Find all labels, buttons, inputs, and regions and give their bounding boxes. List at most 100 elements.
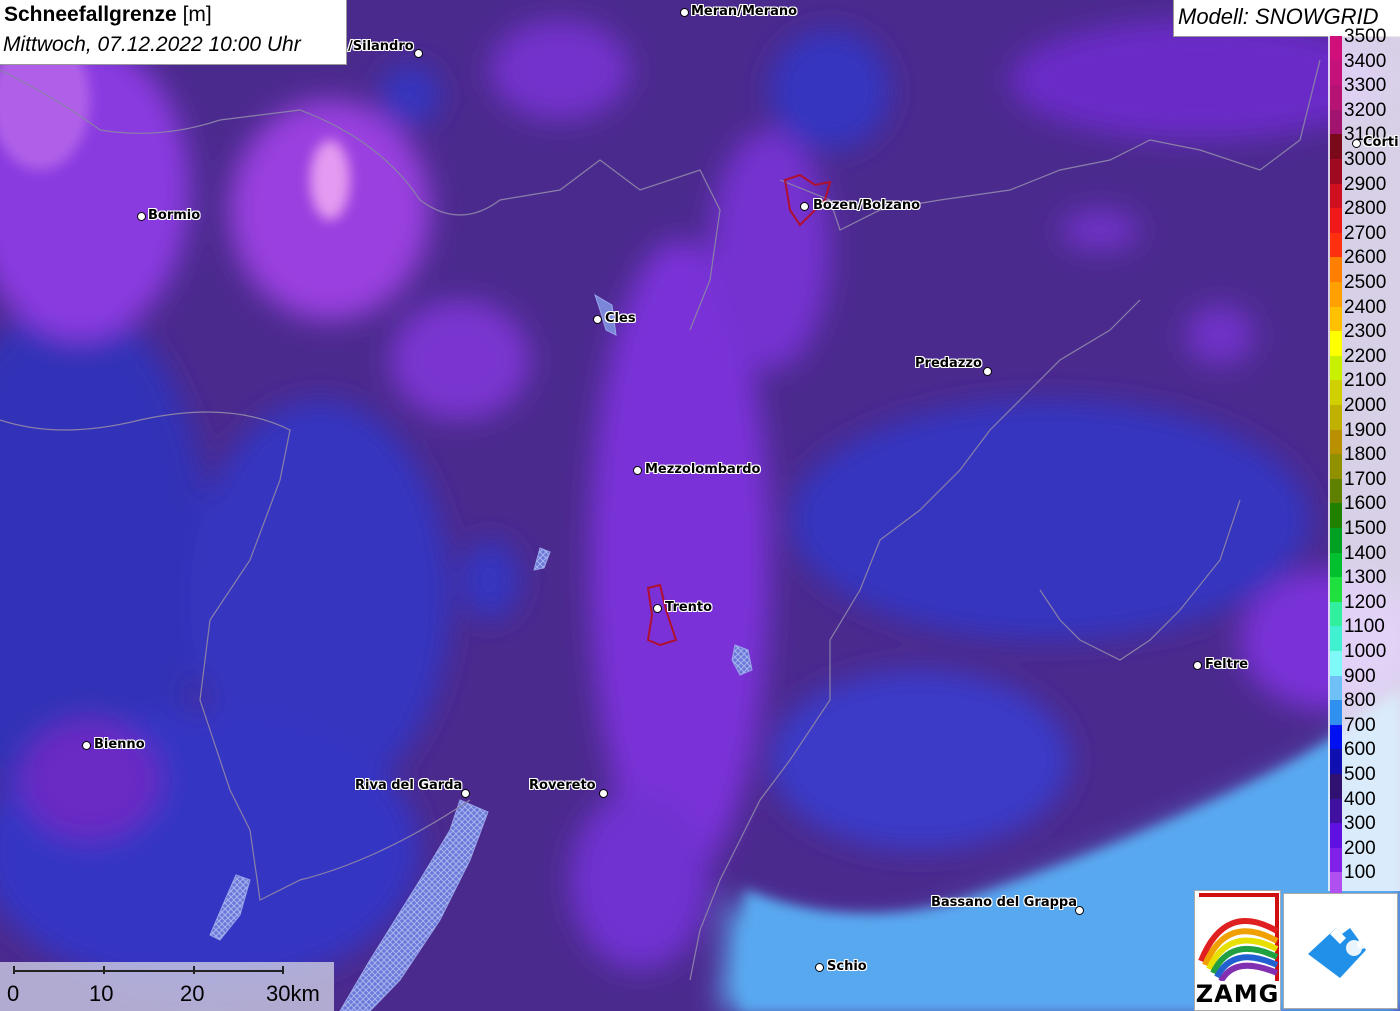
legend-label: 1800 — [1344, 444, 1387, 466]
legend-item: 2900 — [1328, 172, 1400, 209]
legend-label: 3400 — [1344, 50, 1387, 72]
legend-item: 500 — [1328, 762, 1400, 799]
city-label: Predazzo — [915, 356, 982, 371]
city-label: Mezzolombardo — [645, 462, 761, 477]
color-legend: 3500 3400 3300 3200 3100 3000 2900 2800 2700 2600… — [1328, 26, 1400, 897]
title-box: Schneefallgrenze [m] Mittwoch, 07.12.202… — [0, 0, 347, 65]
city-label: Feltre — [1205, 657, 1249, 672]
legend-item: 800 — [1328, 688, 1400, 725]
legend-label: 3000 — [1344, 149, 1387, 170]
legend-label: 2900 — [1344, 173, 1387, 195]
city-label: Meran/Merano — [691, 4, 798, 19]
legend-label: 400 — [1344, 788, 1376, 810]
city-label: Bormio — [148, 208, 201, 223]
legend-item: 300 — [1328, 811, 1400, 848]
city-label: Bienno — [94, 737, 145, 752]
legend-item: 1100 — [1328, 614, 1400, 651]
partner-logo[interactable] — [1283, 893, 1398, 1009]
legend-label: 2200 — [1344, 345, 1387, 367]
city-label: Trento — [665, 600, 713, 615]
rainbow-icon — [1198, 893, 1279, 981]
legend-item: 1900 — [1328, 418, 1400, 455]
legend-label: 3500 — [1344, 26, 1387, 47]
scale-tick — [282, 966, 284, 974]
city-dot — [653, 604, 662, 613]
city-dot — [593, 315, 602, 324]
zamg-wordmark: ZAMG — [1195, 980, 1280, 1008]
scale-label: 20 — [180, 981, 205, 1006]
legend-item: 3000 — [1328, 147, 1400, 184]
city-dot — [800, 202, 809, 211]
legend-item: 2100 — [1328, 368, 1400, 405]
legend-label: 1000 — [1344, 641, 1387, 662]
zamg-logo[interactable]: ZAMG — [1194, 890, 1281, 1011]
city-label: Schio — [827, 959, 867, 974]
legend-label: 1600 — [1344, 493, 1387, 515]
legend-item: 900 — [1328, 664, 1400, 701]
legend-label: 3300 — [1344, 75, 1387, 97]
legend-label: 1700 — [1344, 468, 1387, 490]
legend-item: 3500 — [1328, 24, 1400, 61]
city-dot — [1352, 139, 1361, 148]
legend-item: 3400 — [1328, 49, 1400, 86]
legend-label: 900 — [1344, 665, 1376, 687]
city-dot — [599, 789, 608, 798]
map-title: Schneefallgrenze [m] — [4, 3, 212, 26]
legend-item: 2000 — [1328, 393, 1400, 430]
city-dot — [137, 212, 146, 221]
legend-label: 3200 — [1344, 99, 1387, 121]
legend-item: 1300 — [1328, 565, 1400, 602]
legend-label: 2300 — [1344, 321, 1387, 343]
legend-item: 1600 — [1328, 491, 1400, 528]
city-dot — [414, 49, 423, 58]
scale-label: 0 — [7, 981, 20, 1006]
legend-item: 1400 — [1328, 541, 1400, 578]
city-label: Cles — [605, 311, 636, 326]
scale-bar: 0 10 20 30km — [0, 962, 334, 1011]
legend-label: 1500 — [1344, 518, 1387, 539]
legend-label: 200 — [1344, 837, 1376, 859]
city-dot — [1075, 906, 1084, 915]
city-label: Rovereto — [529, 778, 596, 793]
legend-item: 2500 — [1328, 270, 1400, 307]
legend-label: 2100 — [1344, 370, 1387, 392]
snowfall-limit-map[interactable] — [0, 0, 1400, 1011]
map-datetime: Mittwoch, 07.12.2022 10:00 Uhr — [3, 33, 301, 56]
legend-item: 700 — [1328, 713, 1400, 750]
legend-item: 1200 — [1328, 590, 1400, 627]
city-dot — [815, 963, 824, 972]
legend-item: 600 — [1328, 737, 1400, 774]
legend-item: 2300 — [1328, 319, 1400, 356]
scale-tick — [193, 966, 195, 974]
scale-tick — [103, 966, 105, 974]
legend-label: 100 — [1344, 862, 1376, 884]
legend-label: 600 — [1344, 739, 1376, 761]
scale-tick — [13, 966, 15, 974]
city-label: Corti — [1363, 135, 1399, 150]
city-label: Riva del Garda — [355, 778, 463, 793]
legend-label: 500 — [1344, 764, 1376, 785]
legend-item: 100 — [1328, 860, 1400, 897]
legend-label: 1400 — [1344, 542, 1387, 564]
legend-label: 1900 — [1344, 419, 1387, 441]
legend-item: 200 — [1328, 836, 1400, 873]
city-dot — [82, 741, 91, 750]
scale-line — [13, 970, 284, 972]
legend-label: 1200 — [1344, 591, 1387, 613]
city-dot — [680, 8, 689, 17]
legend-item: 3300 — [1328, 73, 1400, 110]
city-dot — [983, 367, 992, 376]
legend-label: 2400 — [1344, 296, 1387, 318]
legend-label: 2500 — [1344, 272, 1387, 293]
city-dot — [1193, 661, 1202, 670]
city-label: /Silandro — [348, 39, 414, 54]
legend-item: 2200 — [1328, 344, 1400, 381]
scale-label: 30km — [266, 981, 320, 1006]
legend-label: 2800 — [1344, 198, 1387, 220]
city-label: Bassano del Grappa — [931, 895, 1077, 910]
legend-item: 1700 — [1328, 467, 1400, 504]
legend-item: 1800 — [1328, 442, 1400, 479]
legend-label: 1300 — [1344, 567, 1387, 589]
legend-label: 1100 — [1344, 616, 1385, 638]
legend-item: 400 — [1328, 787, 1400, 824]
